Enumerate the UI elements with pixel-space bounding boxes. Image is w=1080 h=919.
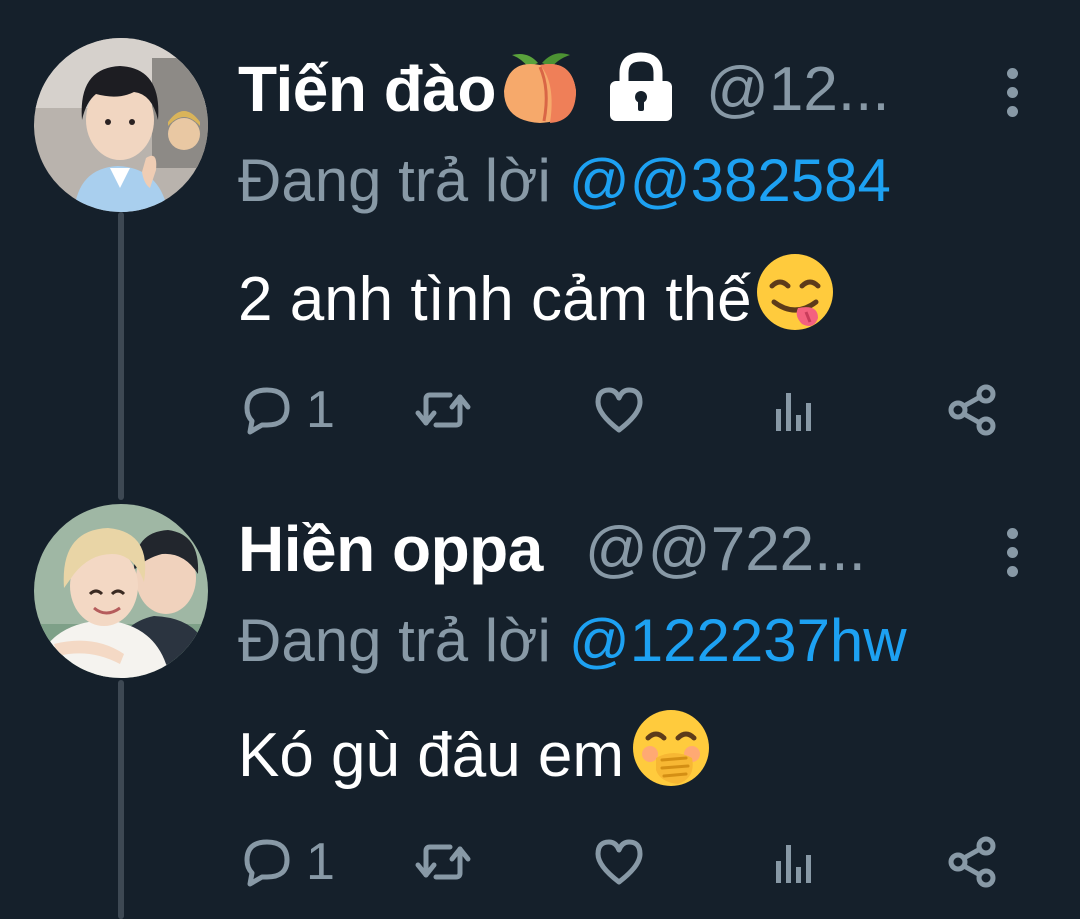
retweet-icon (414, 385, 472, 435)
tweet-header: Hiền oppa @@722... (238, 512, 1020, 586)
tweet[interactable]: Tiến đào @12... Đang trả lời @@382584 2 … (0, 0, 1080, 460)
reply-mention-link[interactable]: @@382584 (569, 147, 891, 214)
display-name[interactable]: Tiến đào (238, 52, 496, 126)
like-button[interactable] (594, 832, 644, 892)
share-button[interactable] (946, 380, 998, 440)
tweet-text: 2 anh tình cảm thế (238, 252, 836, 347)
retweet-button[interactable] (414, 832, 472, 892)
share-button[interactable] (946, 832, 998, 892)
peach-emoji (498, 52, 582, 126)
tweet-actions: 1 (238, 380, 1008, 440)
reply-icon (242, 385, 292, 435)
display-name[interactable]: Hiền oppa (238, 512, 543, 586)
user-handle[interactable]: @@722... (585, 514, 866, 585)
reply-count: 1 (306, 833, 335, 891)
stats-button[interactable] (772, 380, 816, 440)
stats-icon (772, 837, 816, 887)
avatar[interactable] (34, 504, 208, 678)
face-savoring-food-emoji (754, 252, 836, 347)
replying-to: Đang trả lời @@382584 (238, 146, 891, 215)
replying-to: Đang trả lời @122237hw (238, 606, 907, 675)
tweet-header: Tiến đào @12... (238, 52, 1020, 126)
stats-icon (772, 385, 816, 435)
reply-prefix: Đang trả lời (238, 147, 551, 214)
share-icon (946, 384, 998, 436)
tweet[interactable]: Hiền oppa @@722... Đang trả lời @122237hw… (0, 460, 1080, 919)
user-handle[interactable]: @12... (706, 54, 890, 125)
more-options-icon[interactable] (1002, 68, 1022, 117)
reply-count: 1 (306, 381, 335, 439)
like-button[interactable] (594, 380, 644, 440)
like-icon (594, 838, 644, 886)
tweet-text: Kó gù đâu em (238, 708, 712, 803)
stats-button[interactable] (772, 832, 816, 892)
reply-button[interactable]: 1 (242, 832, 335, 892)
retweet-icon (414, 837, 472, 887)
reply-icon (242, 837, 292, 887)
more-options-icon[interactable] (1002, 528, 1022, 577)
retweet-button[interactable] (414, 380, 472, 440)
face-with-hand-over-mouth-emoji (630, 708, 712, 803)
lock-icon (606, 52, 676, 126)
like-icon (594, 386, 644, 434)
reply-button[interactable]: 1 (242, 380, 335, 440)
tweet-body: Kó gù đâu em (238, 721, 625, 790)
avatar[interactable] (34, 38, 208, 212)
reply-prefix: Đang trả lời (238, 607, 551, 674)
reply-mention-link[interactable]: @122237hw (569, 607, 907, 674)
tweet-body: 2 anh tình cảm thế (238, 265, 752, 334)
share-icon (946, 836, 998, 888)
tweet-actions: 1 (238, 832, 1008, 892)
